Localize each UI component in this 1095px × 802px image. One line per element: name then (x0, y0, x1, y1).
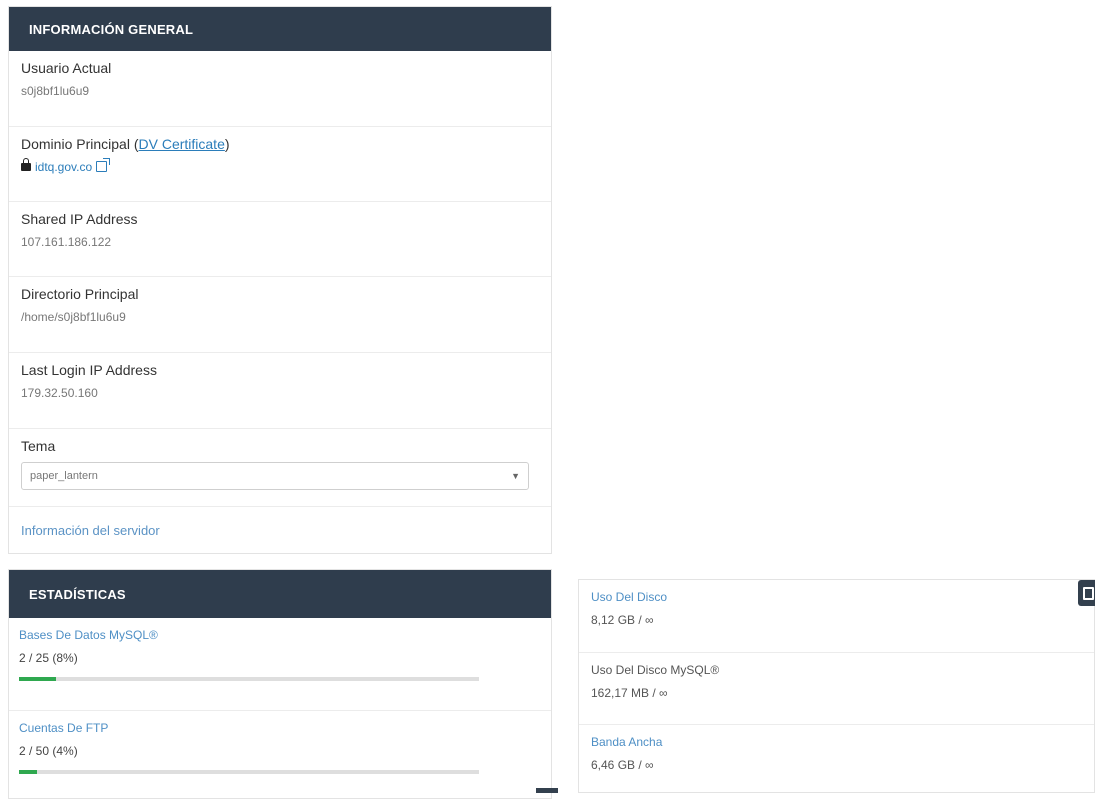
paren-open: ( (129, 136, 139, 152)
paren-close: ) (224, 136, 230, 152)
panel-toggle-icon[interactable] (1078, 580, 1095, 606)
last-login-label: Last Login IP Address (21, 362, 157, 378)
usage-label[interactable]: Uso Del Disco (591, 590, 1082, 604)
lock-icon (21, 158, 31, 171)
stat-value: 2 / 50 (4%) (19, 744, 78, 758)
stat-label[interactable]: Cuentas De FTP (19, 721, 541, 735)
usage-label: Uso Del Disco MySQL® (591, 663, 720, 677)
usage-panel: Uso Del Disco 8,12 GB / ∞ Uso Del Disco … (578, 579, 1095, 793)
current-user-value: s0j8bf1lu6u9 (21, 84, 90, 98)
last-login-row: Last Login IP Address 179.32.50.160 (9, 352, 551, 428)
server-info-row: Información del servidor (9, 506, 551, 554)
shared-ip-row: Shared IP Address 107.161.186.122 (9, 201, 551, 276)
theme-label: Tema (21, 438, 56, 454)
home-dir-row: Directorio Principal /home/s0j8bf1lu6u9 (9, 276, 551, 352)
last-login-value: 179.32.50.160 (21, 386, 98, 400)
usage-item-disk: Uso Del Disco 8,12 GB / ∞ (579, 580, 1094, 652)
main-domain-row: Dominio Principal (DV Certificate) idtq.… (9, 126, 551, 201)
main-domain-label: Dominio Principal (21, 136, 130, 152)
scroll-handle[interactable] (536, 788, 558, 793)
main-domain-label-line: Dominio Principal (DV Certificate) (21, 136, 539, 152)
stat-item-mysql: Bases De Datos MySQL® 2 / 25 (8%) (9, 618, 551, 710)
current-user-label: Usuario Actual (21, 60, 112, 76)
home-dir-label: Directorio Principal (21, 286, 139, 302)
general-info-panel: INFORMACIÓN GENERAL Usuario Actual s0j8b… (8, 6, 552, 554)
usage-value: 162,17 MB / ∞ (591, 686, 668, 700)
dropdown-caret-icon: ▼ (511, 471, 520, 481)
usage-value: 8,12 GB / ∞ (591, 613, 654, 627)
shared-ip-label: Shared IP Address (21, 211, 138, 227)
stat-value: 2 / 25 (8%) (19, 651, 78, 665)
usage-item-bandwidth: Banda Ancha 6,46 GB / ∞ (579, 724, 1094, 796)
shared-ip-value: 107.161.186.122 (21, 235, 112, 249)
usage-item-mysql-disk: Uso Del Disco MySQL® 162,17 MB / ∞ (579, 652, 1094, 724)
theme-select[interactable]: paper_lantern ▼ (21, 462, 529, 490)
progress-fill (19, 770, 38, 774)
dv-certificate-link[interactable]: DV Certificate (139, 136, 225, 152)
progress-bar (19, 677, 479, 681)
usage-value: 6,46 GB / ∞ (591, 758, 654, 772)
general-info-header: INFORMACIÓN GENERAL (9, 7, 551, 51)
main-domain-link[interactable]: idtq.gov.co (35, 160, 92, 174)
progress-bar (19, 770, 479, 774)
stats-header: ESTADÍSTICAS (9, 570, 551, 618)
stat-item-ftp: Cuentas De FTP 2 / 50 (4%) (9, 710, 551, 802)
current-user-row: Usuario Actual s0j8bf1lu6u9 (9, 51, 551, 126)
home-dir-value: /home/s0j8bf1lu6u9 (21, 310, 126, 324)
theme-row: Tema paper_lantern ▼ (9, 428, 551, 506)
theme-selected-value: paper_lantern (30, 470, 98, 482)
server-info-link[interactable]: Información del servidor (21, 523, 160, 538)
usage-label[interactable]: Banda Ancha (591, 735, 1082, 749)
stat-label[interactable]: Bases De Datos MySQL® (19, 628, 541, 642)
main-domain-value-line: idtq.gov.co (21, 158, 539, 174)
stats-panel: ESTADÍSTICAS Bases De Datos MySQL® 2 / 2… (8, 569, 552, 799)
progress-fill (19, 677, 56, 681)
external-link-icon[interactable] (96, 158, 111, 172)
